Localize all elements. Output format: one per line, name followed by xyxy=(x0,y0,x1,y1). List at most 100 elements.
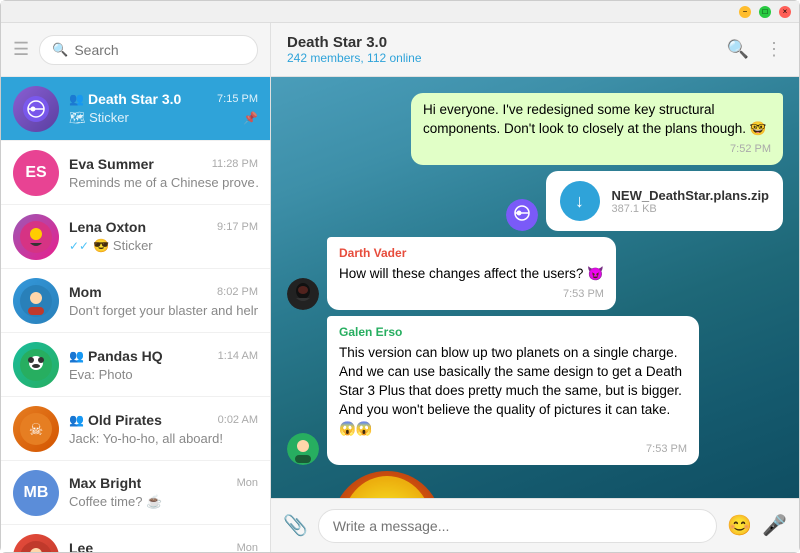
message-sender: Darth Vader xyxy=(339,245,604,262)
chat-name: Max Bright xyxy=(69,475,141,491)
mom-avatar-art xyxy=(20,285,52,317)
message-row-galen: Galen Erso This version can blow up two … xyxy=(287,316,783,465)
message-row-outgoing-1: Hi everyone. I've redesigned some key st… xyxy=(287,93,783,165)
chat-item-pandas-hq[interactable]: 👥 Pandas HQ 1:14 AM Eva: Photo xyxy=(1,333,270,397)
message-input-area: 📎 😊 🎤 xyxy=(271,498,799,552)
title-bar: − □ × xyxy=(1,1,799,23)
mic-icon[interactable]: 🎤 xyxy=(762,513,787,538)
search-button[interactable]: 🔍 xyxy=(727,39,749,60)
chat-name: Lee xyxy=(69,540,93,553)
message-bubble-darth: Darth Vader How will these changes affec… xyxy=(327,237,616,310)
hamburger-icon[interactable]: ☰ xyxy=(13,39,29,60)
chat-header-name: Death Star 3.0 xyxy=(287,34,422,51)
chat-preview: Coffee time? ☕ xyxy=(69,494,258,510)
maximize-button[interactable]: □ xyxy=(759,6,771,18)
chat-info-old-pirates: 👥 Old Pirates 0:02 AM Jack: Yo-ho-ho, al… xyxy=(69,412,258,446)
minimize-button[interactable]: − xyxy=(739,6,751,18)
avatar-mom xyxy=(13,278,59,324)
chat-time: Mon xyxy=(237,542,258,553)
chat-item-lena-oxton[interactable]: Lena Oxton 9:17 PM ✓✓ 😎 Sticker xyxy=(1,205,270,269)
chat-time: 9:17 PM xyxy=(217,221,258,233)
chat-preview: Jack: Yo-ho-ho, all aboard! xyxy=(69,431,258,446)
file-info: NEW_DeathStar.plans.zip 387.1 KB xyxy=(612,188,769,215)
chat-time: 1:14 AM xyxy=(218,350,258,362)
chat-info-pandas-hq: 👥 Pandas HQ 1:14 AM Eva: Photo xyxy=(69,348,258,382)
file-avatar-icon xyxy=(506,199,538,231)
chat-header-status: 242 members, 112 online xyxy=(287,51,422,65)
chat-time: 11:28 PM xyxy=(212,158,258,170)
sticker-bubble xyxy=(327,471,477,498)
file-size: 387.1 KB xyxy=(612,203,769,215)
search-icon: 🔍 xyxy=(52,42,68,58)
file-download-icon[interactable]: ↓ xyxy=(560,181,600,221)
chat-name-row: Eva Summer 11:28 PM xyxy=(69,156,258,172)
chat-name-row: 👥 Old Pirates 0:02 AM xyxy=(69,412,258,428)
chat-item-max-bright[interactable]: MB Max Bright Mon Coffee time? ☕ xyxy=(1,461,270,525)
message-text: How will these changes affect the users?… xyxy=(339,265,604,284)
chat-info-lee: Lee Mon We can call it Galaxy Star 7 ;) xyxy=(69,540,258,553)
sidebar-header: ☰ 🔍 xyxy=(1,23,270,77)
darth-avatar xyxy=(287,278,319,310)
avatar-pandas-hq xyxy=(13,342,59,388)
avatar-max-bright: MB xyxy=(13,470,59,516)
chat-name: 👥 Pandas HQ xyxy=(69,348,163,364)
app-container: ☰ 🔍 xyxy=(1,23,799,552)
pandas-avatar-art xyxy=(20,349,52,381)
chat-item-death-star[interactable]: 👥 Death Star 3.0 7:15 PM 🗺 Sticker 📌 xyxy=(1,77,270,141)
chat-header-info: Death Star 3.0 242 members, 112 online xyxy=(287,34,422,65)
chat-time: 7:15 PM xyxy=(217,93,258,105)
file-sender-avatar xyxy=(506,199,538,231)
svg-text:☠: ☠ xyxy=(29,422,43,439)
chat-item-lee[interactable]: Lee Mon We can call it Galaxy Star 7 ;) xyxy=(1,525,270,552)
attach-icon[interactable]: 📎 xyxy=(283,513,308,538)
avatar-old-pirates: ☠ xyxy=(13,406,59,452)
emoji-icon[interactable]: 😊 xyxy=(727,513,752,538)
group-icon: 👥 xyxy=(69,92,84,106)
chat-info-max-bright: Max Bright Mon Coffee time? ☕ xyxy=(69,475,258,510)
file-name: NEW_DeathStar.plans.zip xyxy=(612,188,769,203)
message-sender: Galen Erso xyxy=(339,324,687,341)
chat-time: 8:02 PM xyxy=(217,286,258,298)
more-options-button[interactable]: ⋮ xyxy=(765,39,783,60)
group-icon: 👥 xyxy=(69,349,84,363)
chat-info-mom: Mom 8:02 PM Don't forget your blaster an… xyxy=(69,284,258,318)
read-checkmarks: ✓✓ xyxy=(69,239,89,253)
sticker-image xyxy=(327,471,477,498)
search-box[interactable]: 🔍 xyxy=(39,35,258,65)
chat-name-row: Mom 8:02 PM xyxy=(69,284,258,300)
chat-name: Eva Summer xyxy=(69,156,154,172)
chat-header: Death Star 3.0 242 members, 112 online 🔍… xyxy=(271,23,799,77)
lee-avatar-art xyxy=(20,541,52,553)
chat-preview: 🗺 Sticker 📌 xyxy=(69,110,258,126)
avatar-death-star xyxy=(13,86,59,132)
chat-name-row: Max Bright Mon xyxy=(69,475,258,491)
message-bubble-galen: Galen Erso This version can blow up two … xyxy=(327,316,699,465)
file-message-container: ↓ NEW_DeathStar.plans.zip 387.1 KB xyxy=(506,171,783,231)
chat-name-row: Lena Oxton 9:17 PM xyxy=(69,219,258,235)
chat-preview: ✓✓ 😎 Sticker xyxy=(69,238,258,254)
pin-icon: 📌 xyxy=(243,111,258,125)
chat-info-death-star: 👥 Death Star 3.0 7:15 PM 🗺 Sticker 📌 xyxy=(69,91,258,126)
group-icon: 👥 xyxy=(69,413,84,427)
message-text: This version can blow up two planets on … xyxy=(339,344,687,438)
window-controls: − □ × xyxy=(739,6,791,18)
chat-item-old-pirates[interactable]: ☠ 👥 Old Pirates 0:02 AM Jack: Yo-ho-ho, … xyxy=(1,397,270,461)
chat-item-eva-summer[interactable]: ES Eva Summer 11:28 PM Reminds me of a C… xyxy=(1,141,270,205)
chat-name: 👥 Old Pirates xyxy=(69,412,162,428)
file-bubble: ↓ NEW_DeathStar.plans.zip 387.1 KB xyxy=(546,171,783,231)
search-input[interactable] xyxy=(74,42,245,58)
close-button[interactable]: × xyxy=(779,6,791,18)
message-input[interactable] xyxy=(318,509,717,543)
chat-area: Death Star 3.0 242 members, 112 online 🔍… xyxy=(271,23,799,552)
chat-item-mom[interactable]: Mom 8:02 PM Don't forget your blaster an… xyxy=(1,269,270,333)
message-time: 7:53 PM xyxy=(339,442,687,457)
chat-preview: Don't forget your blaster and helmet xyxy=(69,303,258,318)
messages-inner: Hi everyone. I've redesigned some key st… xyxy=(287,93,783,498)
chat-name: Lena Oxton xyxy=(69,219,146,235)
sidebar: ☰ 🔍 xyxy=(1,23,271,552)
chat-info-lena-oxton: Lena Oxton 9:17 PM ✓✓ 😎 Sticker xyxy=(69,219,258,254)
chat-time: 0:02 AM xyxy=(218,414,258,426)
chat-name-row: 👥 Pandas HQ 1:14 AM xyxy=(69,348,258,364)
chat-header-actions: 🔍 ⋮ xyxy=(727,39,783,60)
pirates-avatar-art: ☠ xyxy=(20,413,52,445)
